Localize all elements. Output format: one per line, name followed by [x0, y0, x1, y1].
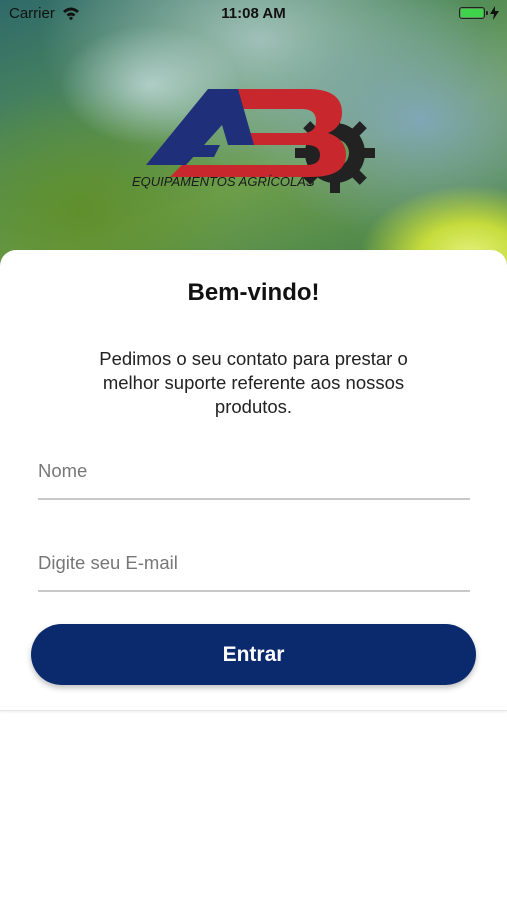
company-logo: EQUIPAMENTOS AGRÍCOLAS — [130, 85, 380, 195]
logo-text: EQUIPAMENTOS AGRÍCOLAS — [132, 174, 315, 189]
bolt-icon — [490, 6, 499, 24]
header-background: Carrier 11:08 AM EQUIPAMENTOS AGRÍCOLAS — [0, 0, 507, 270]
name-input[interactable] — [38, 444, 470, 498]
status-bar: Carrier 11:08 AM — [0, 0, 507, 28]
page-title: Bem-vindo! — [187, 279, 320, 306]
welcome-message: Pedimos o seu contato para prestar o mel… — [99, 348, 408, 417]
email-field — [38, 536, 470, 592]
enter-button[interactable]: Entrar — [31, 624, 476, 685]
clock: 11:08 AM — [221, 5, 286, 22]
email-input[interactable] — [38, 536, 470, 590]
name-field — [38, 444, 470, 500]
battery-icon — [459, 7, 488, 19]
